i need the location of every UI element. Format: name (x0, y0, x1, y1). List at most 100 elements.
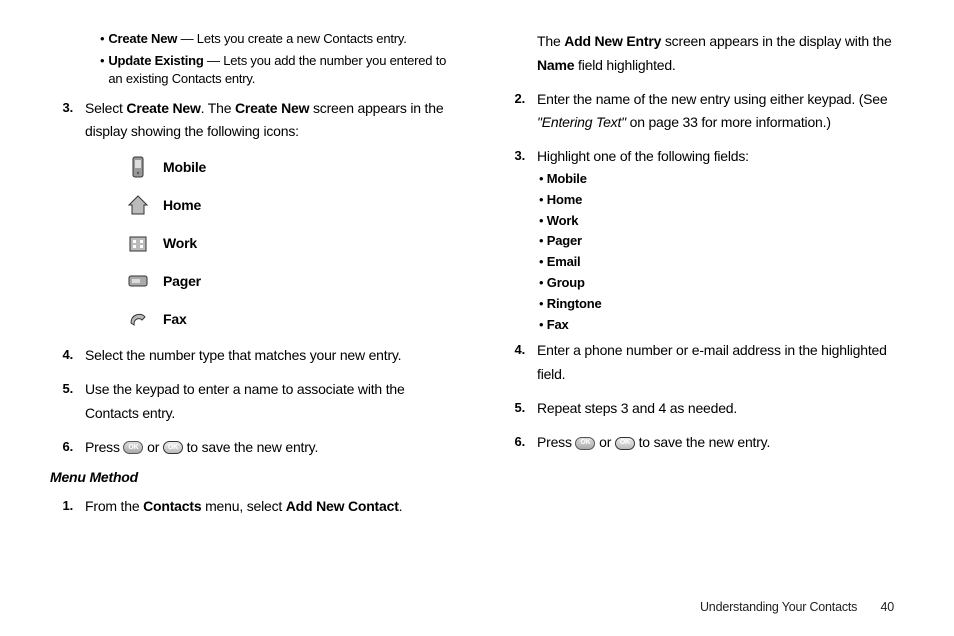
icon-row-work: Work (125, 230, 452, 256)
ok-button-icon (575, 437, 595, 450)
field-label: Home (547, 192, 582, 207)
step-5: 5. Use the keypad to enter a name to ass… (50, 378, 452, 426)
list-item: • Pager (539, 231, 904, 252)
field-label: Group (547, 275, 585, 290)
step-number: 2. (502, 88, 537, 136)
icon-row-fax: Fax (125, 306, 452, 332)
icon-label: Work (163, 235, 197, 251)
step-body: Select Create New. The Create New screen… (85, 97, 452, 145)
icon-label: Mobile (163, 159, 206, 175)
step-body: Enter a phone number or e-mail address i… (537, 339, 904, 387)
step-body: Use the keypad to enter a name to associ… (85, 378, 452, 426)
bullet-dot: • (539, 192, 543, 207)
list-item: • Email (539, 252, 904, 273)
bullet-desc: — Lets you create a new Contacts entry. (177, 31, 407, 46)
text: menu, select (201, 498, 285, 514)
bullet-dot: • (539, 213, 543, 228)
bullet-dot: • (539, 275, 543, 290)
text: Highlight one of the following fields: (537, 148, 749, 164)
step-number: 3. (50, 97, 85, 145)
work-icon (125, 230, 151, 256)
fax-icon (125, 306, 151, 332)
field-list: • Mobile • Home • Work • Pager • Email •… (539, 169, 904, 335)
home-icon (125, 192, 151, 218)
list-item: • Mobile (539, 169, 904, 190)
field-label: Ringtone (547, 296, 602, 311)
page-footer: Understanding Your Contacts 40 (700, 600, 894, 614)
text: on page 33 for more information.) (626, 114, 831, 130)
text: . (399, 498, 403, 514)
r-step-5: 5. Repeat steps 3 and 4 as needed. (502, 397, 904, 421)
field-label: Email (547, 254, 581, 269)
step-number: 4. (50, 344, 85, 368)
step-body: From the Contacts menu, select Add New C… (85, 495, 452, 519)
footer-section: Understanding Your Contacts (700, 600, 857, 614)
step-body: Highlight one of the following fields: •… (537, 145, 904, 335)
continuation: The Add New Entry screen appears in the … (502, 30, 904, 78)
step-number: 3. (502, 145, 537, 335)
bullet-update-existing: • Update Existing — Lets you add the num… (100, 52, 452, 88)
option-bullets: • Create New — Lets you create a new Con… (100, 30, 452, 89)
text: Enter the name of the new entry using ei… (537, 91, 887, 107)
step-number: 6. (502, 431, 537, 455)
list-item: • Home (539, 190, 904, 211)
menu-step-1: 1. From the Contacts menu, select Add Ne… (50, 495, 452, 519)
bullet-text: Update Existing — Lets you add the numbe… (108, 52, 452, 88)
icon-label: Fax (163, 311, 187, 327)
text-bold: Name (537, 57, 574, 73)
list-item: • Ringtone (539, 294, 904, 315)
bullet-dot: • (539, 233, 543, 248)
step-3: 3. Select Create New. The Create New scr… (50, 97, 452, 145)
ok-button-outline-icon (615, 437, 635, 450)
text-bold: Create New (235, 100, 309, 116)
bullet-dot: • (539, 171, 543, 186)
bullet-dot: • (100, 52, 104, 88)
text: screen appears in the display with the (661, 33, 891, 49)
step-6: 6. Press or to save the new entry. (50, 436, 452, 460)
footer-page: 40 (880, 600, 894, 614)
step-body: The Add New Entry screen appears in the … (537, 30, 904, 78)
bullet-dot: • (539, 296, 543, 311)
list-item: • Work (539, 211, 904, 232)
step-body: Enter the name of the new entry using ei… (537, 88, 904, 136)
text: . The (201, 100, 235, 116)
icon-row-pager: Pager (125, 268, 452, 294)
bullet-dot: • (539, 254, 543, 269)
r-step-6: 6. Press or to save the new entry. (502, 431, 904, 455)
step-number: 5. (502, 397, 537, 421)
text: The (537, 33, 564, 49)
list-item: • Group (539, 273, 904, 294)
text-bold: Contacts (143, 498, 201, 514)
icon-row-mobile: Mobile (125, 154, 452, 180)
field-label: Pager (547, 233, 582, 248)
two-column-layout: • Create New — Lets you create a new Con… (50, 30, 904, 529)
field-label: Work (547, 213, 578, 228)
text-bold: Create New (126, 100, 200, 116)
text: to save the new entry. (183, 439, 318, 455)
bullet-dot: • (539, 317, 543, 332)
step-body: Repeat steps 3 and 4 as needed. (537, 397, 904, 421)
text: From the (85, 498, 143, 514)
menu-method-heading: Menu Method (50, 469, 452, 485)
step-number: 1. (50, 495, 85, 519)
text: Select (85, 100, 126, 116)
right-column: The Add New Entry screen appears in the … (502, 30, 904, 529)
text: or (595, 434, 614, 450)
bullet-label: Create New (108, 31, 177, 46)
text: Press (537, 434, 575, 450)
left-column: • Create New — Lets you create a new Con… (50, 30, 452, 529)
ok-button-icon (123, 441, 143, 454)
text: or (143, 439, 162, 455)
step-body: Press or to save the new entry. (85, 436, 452, 460)
mobile-icon (125, 154, 151, 180)
pager-icon (125, 268, 151, 294)
step-number: 4. (502, 339, 537, 387)
list-item: • Fax (539, 315, 904, 336)
text: Press (85, 439, 123, 455)
step-number: 5. (50, 378, 85, 426)
r-step-2: 2. Enter the name of the new entry using… (502, 88, 904, 136)
bullet-text: Create New — Lets you create a new Conta… (108, 30, 406, 48)
text-bold: Add New Entry (564, 33, 661, 49)
bullet-create-new: • Create New — Lets you create a new Con… (100, 30, 452, 48)
ok-button-outline-icon (163, 441, 183, 454)
